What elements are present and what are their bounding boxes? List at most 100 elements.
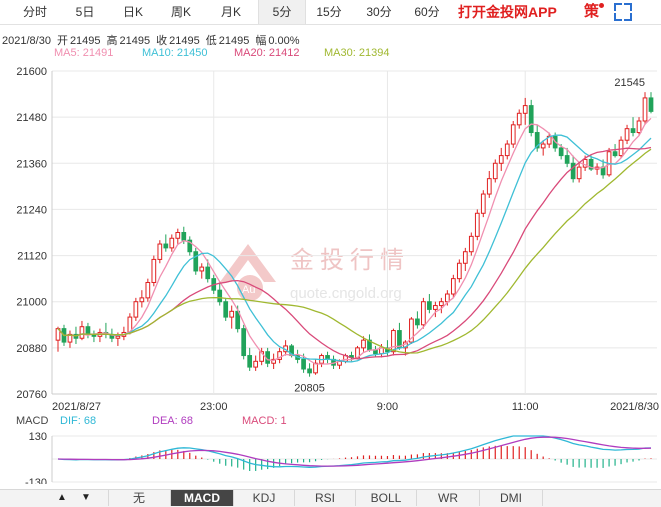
candle-up <box>229 310 235 318</box>
candle-down <box>193 251 199 272</box>
candle-up <box>636 120 642 134</box>
candle-up <box>139 297 145 303</box>
open-label: 开 <box>56 35 68 47</box>
fullscreen-icon[interactable] <box>614 3 632 21</box>
tab-intraday[interactable]: 分时 <box>12 0 58 24</box>
tab-15-min[interactable]: 15分 <box>306 0 352 24</box>
candle-up <box>133 301 139 318</box>
y-tick-label: 21600 <box>16 66 47 78</box>
dea-legend: DEA: 68 <box>152 415 193 427</box>
ma30-legend: MA30: 21394 <box>324 47 390 59</box>
x-tick-label: 11:00 <box>512 401 539 413</box>
open-app-link[interactable]: 打开金投网APP <box>458 0 557 24</box>
indicator-tab-dmi[interactable]: DMI <box>479 490 543 506</box>
timeframe-tab-bar: 分时 5日 日K 周K 月K 5分 15分 30分 60分 打开金投网APP 策 <box>0 0 661 25</box>
candle-up <box>450 278 456 295</box>
candle-up <box>151 258 157 283</box>
prev-indicator-button[interactable]: ▲ <box>52 489 72 506</box>
tab-5-min[interactable]: 5分 <box>258 0 306 24</box>
candle-up <box>480 193 486 214</box>
candle-up <box>618 139 624 157</box>
low-label: 低 <box>205 35 217 47</box>
candle-down <box>415 318 420 326</box>
candle-up <box>115 335 121 339</box>
close-label: 收 <box>156 35 168 47</box>
candle-down <box>612 151 618 157</box>
candle-up <box>438 301 444 307</box>
candle-up <box>486 178 492 195</box>
dif-line <box>57 435 652 468</box>
y-tick-label: 20760 <box>16 389 47 401</box>
candle-up <box>444 293 450 303</box>
candle-down <box>307 368 312 374</box>
candle-down <box>558 147 564 157</box>
x-tick-label: 2021/8/27 <box>52 401 101 413</box>
ma10-legend: MA10: 21450 <box>142 47 208 59</box>
tab-5-day[interactable]: 5日 <box>62 0 108 24</box>
macd-y-tick: -130 <box>25 477 47 484</box>
candle-up <box>199 266 205 272</box>
indicator-tab-macd[interactable]: MACD <box>170 490 233 506</box>
indicator-tab-none[interactable]: 无 <box>108 490 169 506</box>
candle-up <box>456 262 462 280</box>
candle-up <box>462 251 468 264</box>
indicator-tab-kdj[interactable]: KDJ <box>233 490 294 506</box>
ma5-legend: MA5: 21491 <box>54 47 114 59</box>
high-annotation: 21545 <box>614 77 645 89</box>
y-tick-label: 21120 <box>17 251 47 263</box>
candle-up <box>391 330 396 353</box>
tab-monthly-k[interactable]: 月K <box>208 0 254 24</box>
macd-chart[interactable]: MACD DIF: 68 DEA: 68 MACD: 1 130 -130 <box>0 414 661 484</box>
y-tick-label: 21480 <box>16 112 47 124</box>
high-label: 高 <box>106 35 118 47</box>
y-tick-label: 21360 <box>16 158 47 170</box>
strategy-button[interactable]: 策 <box>584 0 599 24</box>
indicator-tab-rsi[interactable]: RSI <box>294 490 355 506</box>
y-tick-label: 21240 <box>16 204 47 216</box>
tab-weekly-k[interactable]: 周K <box>158 0 204 24</box>
ma20-legend: MA20: 21412 <box>234 47 300 59</box>
candle-up <box>624 128 630 141</box>
candle-up <box>175 232 181 239</box>
open-value: 21495 <box>69 35 101 47</box>
tab-daily-k[interactable]: 日K <box>110 0 156 24</box>
candle-down <box>564 155 570 164</box>
candle-down <box>570 162 576 180</box>
candle-down <box>301 358 306 370</box>
candle-down <box>181 232 187 241</box>
indicator-tab-boll[interactable]: BOLL <box>355 490 416 506</box>
candle-up <box>504 143 510 157</box>
candle-down <box>528 105 534 134</box>
ohlc-readout: 2021/8/30 开 21495 高 21495 收 21495 低 21495 幅 0.00% <box>2 32 306 48</box>
change-label: 幅 <box>255 35 267 47</box>
candle-up <box>468 235 474 253</box>
close-value: 21495 <box>169 35 200 47</box>
candle-up <box>492 162 498 180</box>
macd-legend: MACD: 1 <box>242 415 287 427</box>
candle-up <box>498 155 504 164</box>
candle-up <box>421 301 426 326</box>
dea-line <box>57 436 652 467</box>
candle-up <box>145 281 151 299</box>
y-tick-label: 21000 <box>16 297 47 309</box>
candle-down <box>223 301 229 318</box>
low-value: 21495 <box>218 35 250 47</box>
candle-down <box>85 326 91 335</box>
x-tick-label: 2021/8/30 <box>610 401 659 413</box>
y-tick-label: 20880 <box>16 343 47 355</box>
high-value: 21495 <box>119 35 151 47</box>
indicator-tab-wr[interactable]: WR <box>416 490 479 506</box>
tab-60-min[interactable]: 60分 <box>404 0 450 24</box>
tab-30-min[interactable]: 30分 <box>356 0 402 24</box>
candle-up <box>474 212 480 237</box>
candlestick-chart[interactable]: 21600 21480 21360 21240 21120 21000 20880 20760… <box>0 60 661 475</box>
candle-up <box>253 360 259 368</box>
low-annotation: 20805 <box>294 383 325 395</box>
candle-down <box>630 128 636 134</box>
candle-up <box>313 362 318 374</box>
macd-legend-title: MACD <box>16 415 48 427</box>
candle-down <box>217 289 223 303</box>
candle-down <box>241 328 247 357</box>
next-indicator-button[interactable]: ▼ <box>76 489 96 506</box>
ma10-line <box>57 134 652 363</box>
